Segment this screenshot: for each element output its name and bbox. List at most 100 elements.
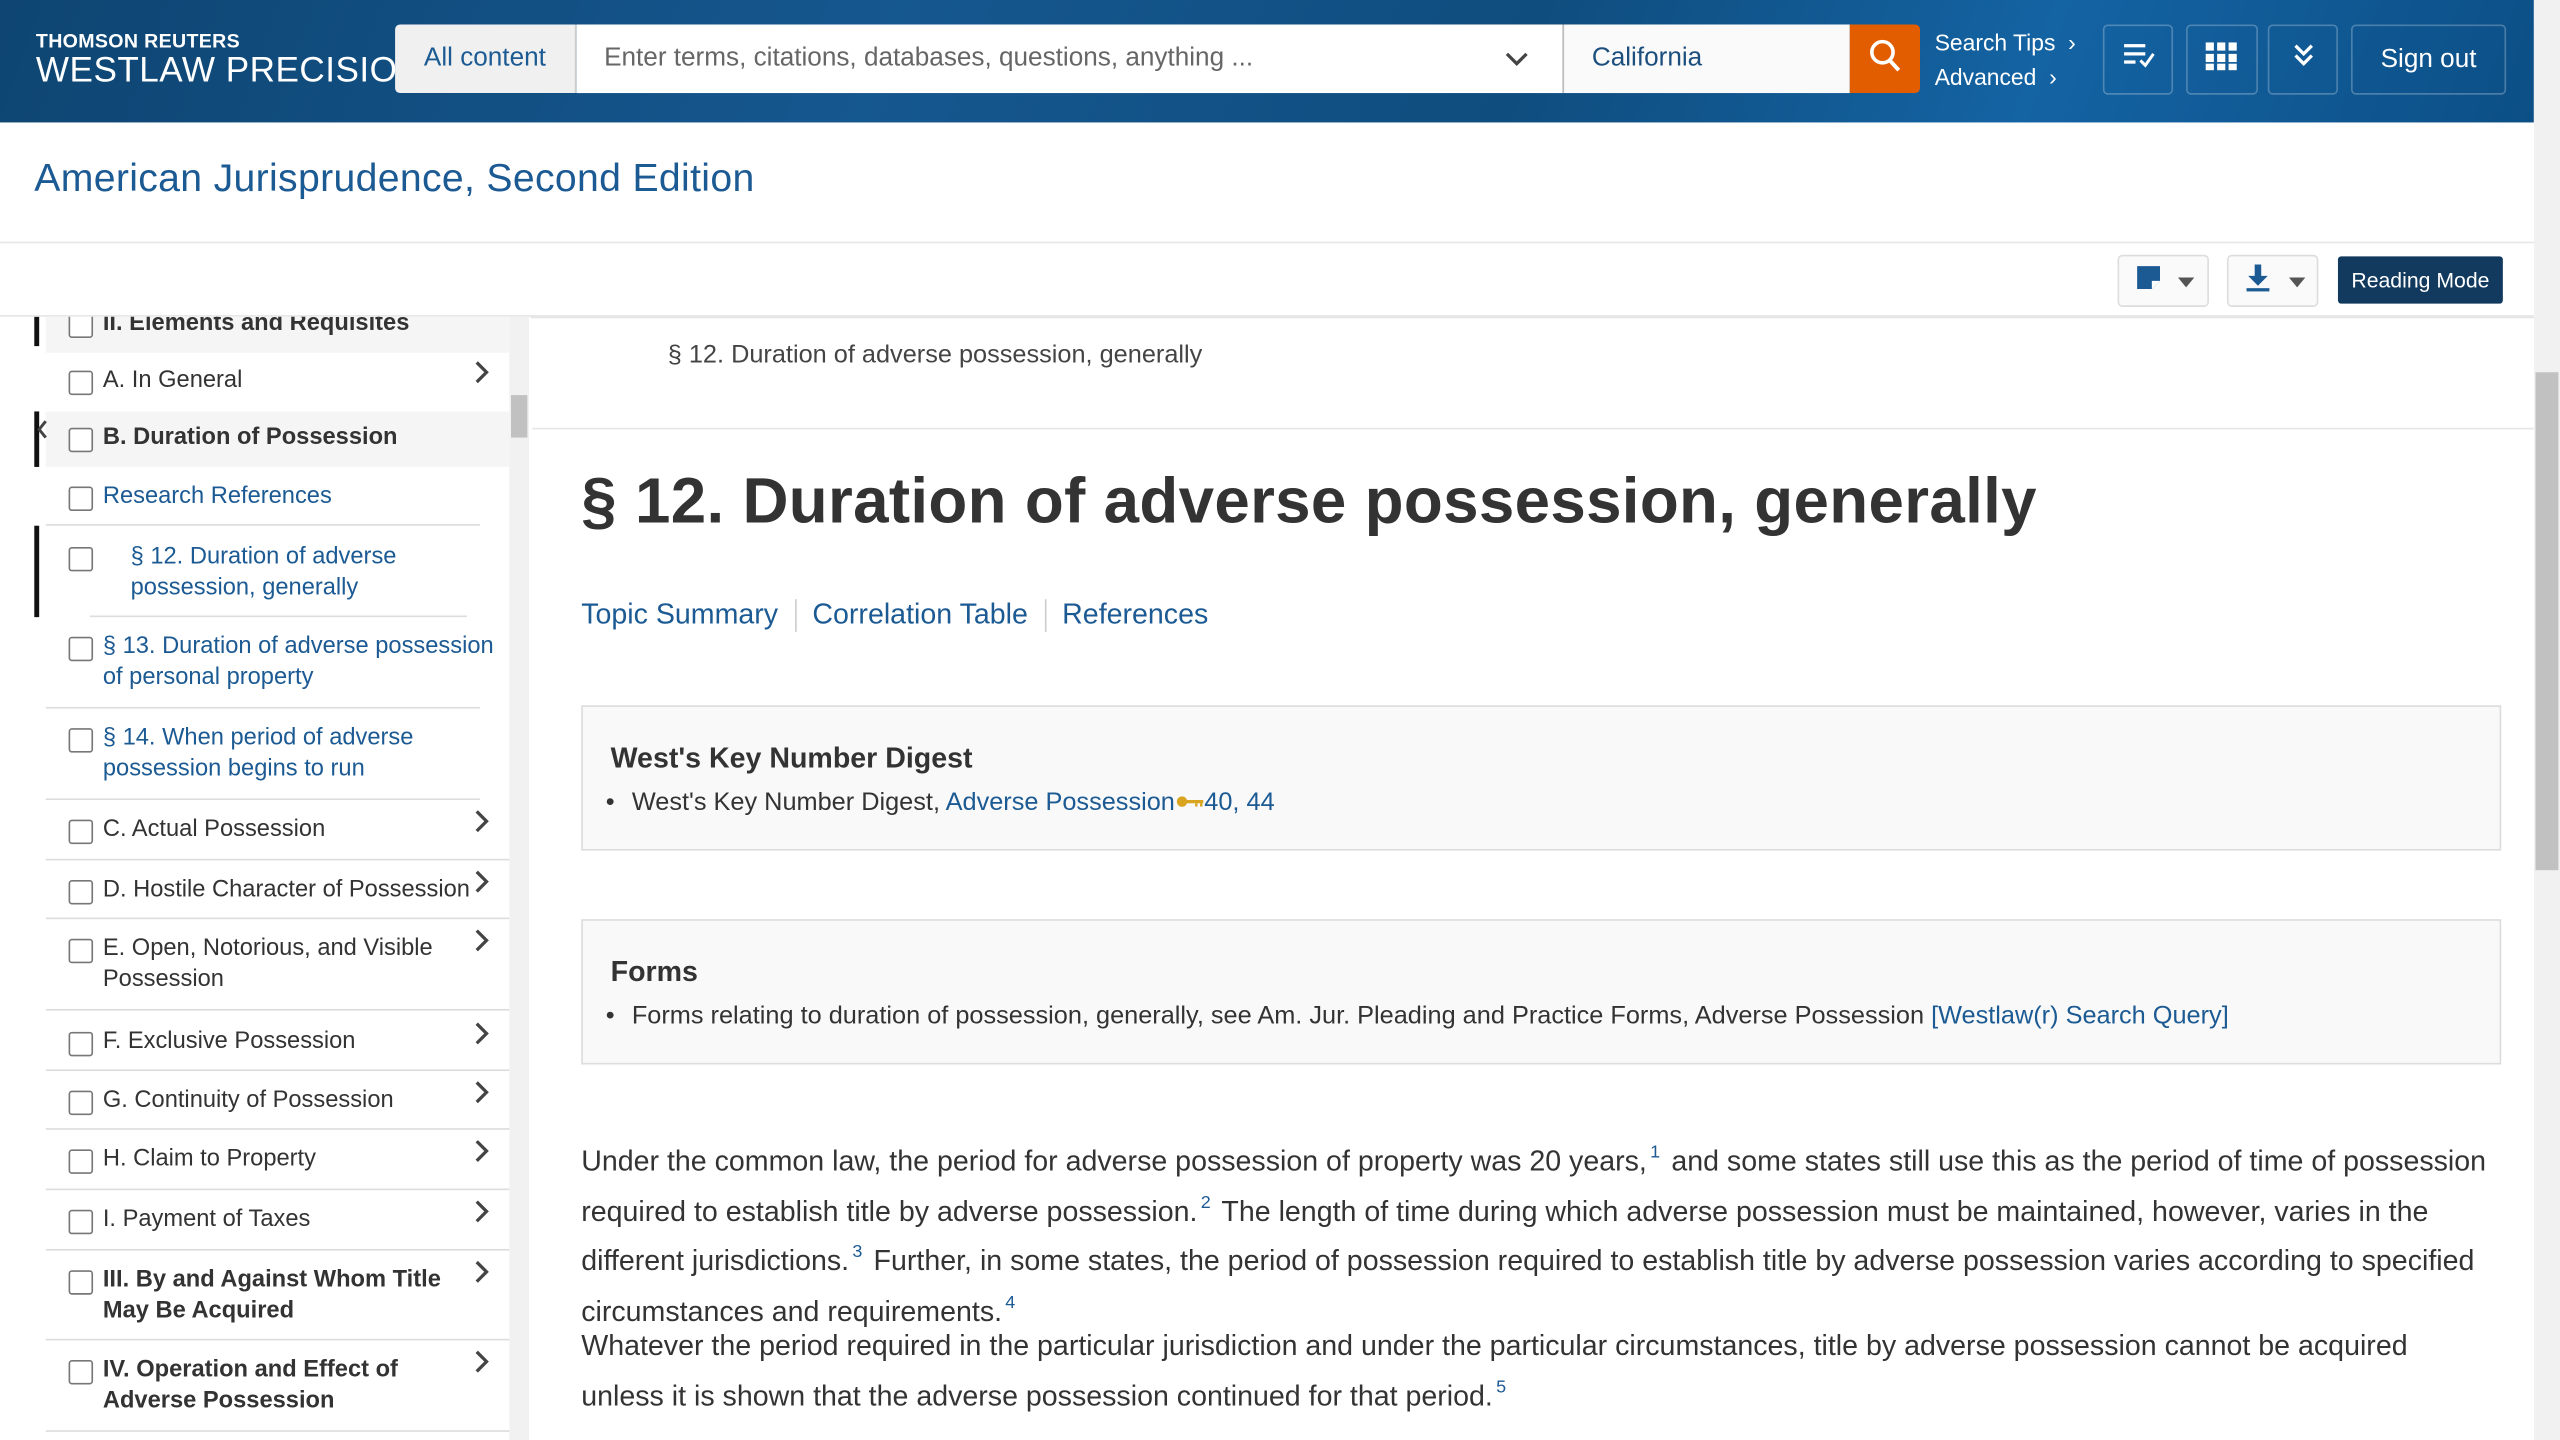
- toc-item[interactable]: C. Actual Possession: [45, 800, 510, 861]
- advanced-search-link[interactable]: Advanced ›: [1935, 60, 2076, 94]
- toc-checkbox[interactable]: [68, 1149, 94, 1174]
- toc-item-label: C. Actual Possession: [102, 816, 326, 843]
- footnote-ref[interactable]: 4: [1005, 1292, 1015, 1312]
- jurisdiction-selector[interactable]: California: [1562, 24, 1850, 94]
- search-button[interactable]: [1849, 24, 1920, 94]
- toc-item-label: Research References: [102, 483, 332, 510]
- chevron-right-icon[interactable]: [473, 1349, 489, 1385]
- search-query-container: [576, 24, 1563, 94]
- chevron-right-icon[interactable]: [473, 1259, 489, 1295]
- toc-scrollbar-thumb[interactable]: [511, 395, 528, 438]
- tab-topic-summary[interactable]: Topic Summary: [581, 598, 778, 632]
- toc-item[interactable]: § 12. Duration of adverse possession, ge…: [46, 526, 510, 618]
- chevron-right-icon[interactable]: [473, 1020, 489, 1056]
- chevron-right-icon[interactable]: [473, 927, 489, 963]
- westlaw-page: THOMSON REUTERS WESTLAW PRECISION All co…: [0, 0, 2560, 1440]
- toc-checkbox[interactable]: [68, 938, 94, 964]
- toc-checkbox[interactable]: [68, 1270, 94, 1295]
- toc-item[interactable]: G. Continuity of Possession: [45, 1071, 510, 1130]
- toc-item[interactable]: II. Elements and Requisites: [45, 316, 510, 353]
- toc-item-label: § 14. When period of adverse possession …: [102, 724, 414, 783]
- breadcrumb-text: § 12. Duration of adverse possession, ge…: [667, 341, 1203, 369]
- history-button[interactable]: [2102, 24, 2174, 95]
- toc-checkbox[interactable]: [68, 1209, 94, 1235]
- note-icon: [2134, 262, 2163, 300]
- toc-checkbox[interactable]: [68, 636, 94, 662]
- key-numbers-link[interactable]: 40, 44: [1204, 789, 1274, 817]
- paragraph-text: Whatever the period required in the part…: [581, 1328, 2408, 1412]
- chevron-down-icon[interactable]: [1504, 46, 1530, 80]
- toc-checkbox[interactable]: [68, 316, 94, 338]
- history-icon: [2120, 39, 2156, 80]
- toc-item[interactable]: E. Open, Notorious, and Visible Possessi…: [45, 919, 510, 1011]
- toc-scrollbar[interactable]: [509, 316, 529, 1440]
- toc-item[interactable]: § 13. Duration of adverse possession of …: [45, 617, 510, 709]
- footnote-ref[interactable]: 5: [1496, 1377, 1506, 1397]
- scrollbar-thumb[interactable]: [2535, 372, 2559, 871]
- toc-item[interactable]: IV. Operation and Effect of Adverse Poss…: [45, 1340, 510, 1432]
- toc-item[interactable]: F. Exclusive Possession: [45, 1011, 510, 1072]
- page-scrollbar[interactable]: [2533, 0, 2560, 1440]
- toc-checkbox[interactable]: [68, 819, 94, 845]
- chevron-right-icon: ›: [2049, 63, 2057, 90]
- footnote-ref[interactable]: 1: [1650, 1143, 1660, 1163]
- toc-checkbox[interactable]: [68, 728, 94, 753]
- chevron-right-icon[interactable]: [473, 1198, 489, 1234]
- current-path-indicator: [34, 525, 40, 618]
- section-heading: § 12. Duration of adverse possession, ge…: [581, 466, 2037, 538]
- toc-item[interactable]: § 14. When period of adverse possession …: [45, 709, 510, 800]
- toc-checkbox[interactable]: [68, 546, 94, 572]
- chevron-right-icon[interactable]: [473, 869, 489, 905]
- toc-item-label: III. By and Against Whom Title May Be Ac…: [102, 1266, 441, 1325]
- search-tips-link[interactable]: Search Tips ›: [1935, 26, 2076, 60]
- westlaw-search-query-link[interactable]: [Westlaw(r) Search Query]: [1931, 1002, 2229, 1030]
- toc-checkbox[interactable]: [68, 1090, 94, 1116]
- key-number-item: West's Key Number Digest, Adverse Posses…: [606, 789, 1275, 818]
- publication-title[interactable]: American Jurisprudence, Second Edition: [34, 157, 754, 203]
- adverse-possession-link[interactable]: Adverse Possession: [946, 789, 1175, 817]
- toc-checkbox[interactable]: [68, 427, 94, 453]
- toc-item[interactable]: D. Hostile Character of Possession: [45, 860, 510, 920]
- toc-item[interactable]: I. Payment of Taxes: [45, 1190, 510, 1251]
- caret-down-icon: [2288, 266, 2306, 295]
- toc-checkbox[interactable]: [68, 879, 94, 905]
- search-bar: All content California: [395, 24, 1920, 94]
- paragraph: Under the common law, the period for adv…: [581, 1133, 2491, 1332]
- toc-item[interactable]: B. Duration of Possession: [45, 411, 510, 467]
- collapse-chevron-left-icon[interactable]: [36, 418, 49, 447]
- apps-button[interactable]: [2186, 24, 2258, 95]
- reading-mode-button[interactable]: Reading Mode: [2337, 256, 2503, 304]
- toc-checkbox[interactable]: [68, 1031, 94, 1057]
- footnote-ref[interactable]: 3: [852, 1242, 862, 1262]
- brand-top: THOMSON REUTERS: [35, 29, 241, 53]
- global-header: THOMSON REUTERS WESTLAW PRECISION All co…: [0, 0, 2534, 123]
- more-button[interactable]: [2267, 24, 2338, 95]
- download-button[interactable]: [2226, 254, 2319, 307]
- current-path-indicator: [34, 316, 40, 347]
- chevron-right-icon[interactable]: [473, 1079, 489, 1115]
- document-body: § 12. Duration of adverse possession, ge…: [532, 317, 2534, 1440]
- footnote-ref[interactable]: 2: [1201, 1193, 1211, 1213]
- key-icon: [1175, 789, 1204, 817]
- content-scope-dropdown[interactable]: All content: [395, 24, 577, 94]
- tab-references[interactable]: References: [1062, 598, 1208, 632]
- toc-checkbox[interactable]: [68, 1359, 94, 1385]
- toc-item[interactable]: III. By and Against Whom Title May Be Ac…: [45, 1251, 510, 1341]
- chevron-right-icon[interactable]: [473, 808, 489, 844]
- key-number-heading: West's Key Number Digest: [610, 741, 973, 774]
- toc-checkbox[interactable]: [68, 486, 94, 512]
- chevron-right-icon[interactable]: [473, 359, 489, 395]
- caret-down-icon: [2177, 266, 2195, 295]
- search-input[interactable]: [576, 24, 1489, 94]
- toc-item[interactable]: Research References: [45, 467, 510, 526]
- sign-out-button[interactable]: Sign out: [2351, 24, 2507, 95]
- westlaw-logo[interactable]: THOMSON REUTERS WESTLAW PRECISION: [35, 29, 423, 88]
- annotate-button[interactable]: [2117, 254, 2209, 307]
- toc-item[interactable]: A. In General: [46, 353, 510, 412]
- tab-correlation-table[interactable]: Correlation Table: [812, 598, 1027, 632]
- toc-item-label: § 12. Duration of adverse possession, ge…: [130, 543, 397, 601]
- chevron-right-icon[interactable]: [473, 1138, 489, 1174]
- toc-checkbox[interactable]: [68, 370, 94, 396]
- toc-item[interactable]: H. Claim to Property: [45, 1130, 510, 1191]
- divider: [794, 598, 797, 632]
